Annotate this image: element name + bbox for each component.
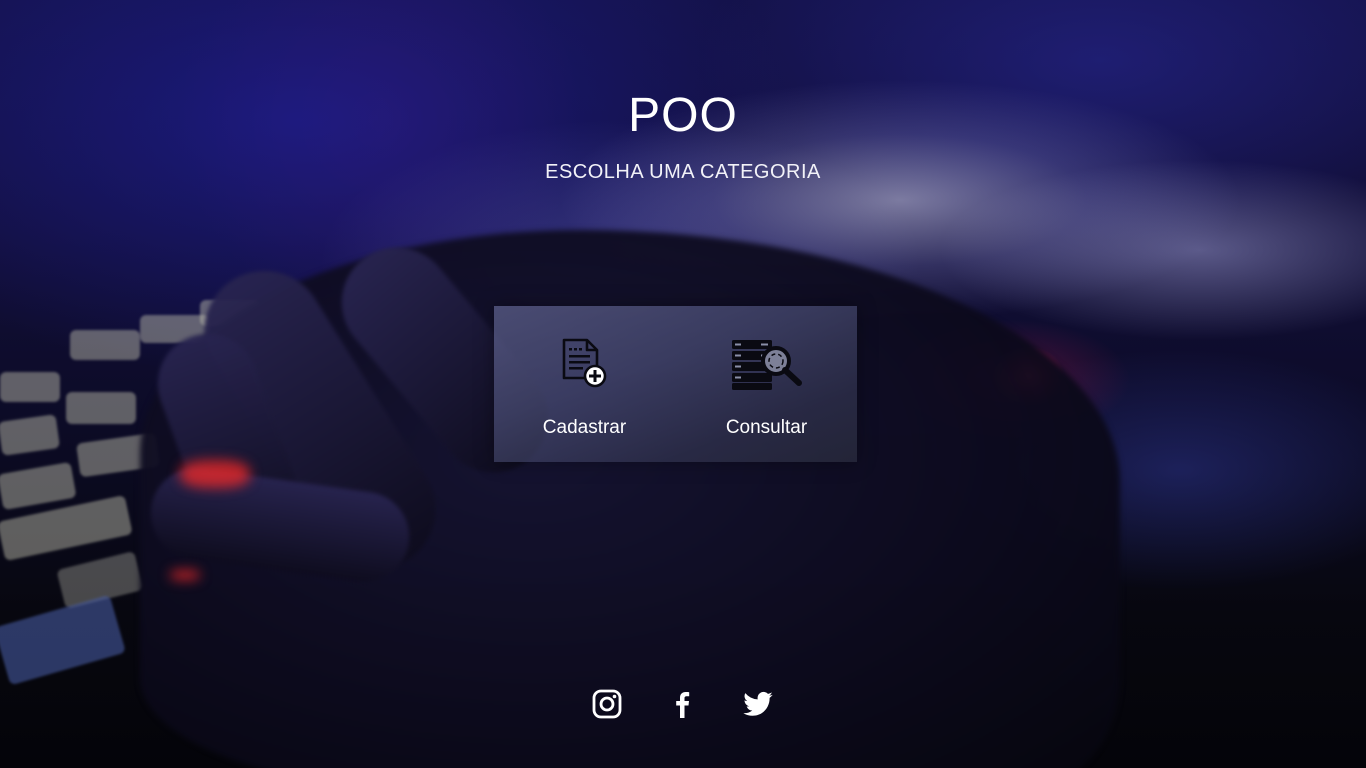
red-light [180,460,250,488]
instagram-link[interactable] [591,688,623,720]
page-title: POO [628,89,738,142]
red-light [170,570,200,580]
facebook-icon [666,692,698,724]
cadastrar-label: Cadastrar [542,417,627,438]
cadastrar-button[interactable]: Cadastrar [494,306,675,462]
page-subtitle: ESCOLHA UMA CATEGORIA [545,161,821,183]
page: POO ESCOLHA UMA CATEGORIA Cadastrar Cons… [0,0,1366,768]
document-add-icon [560,338,610,395]
category-panel: Cadastrar Consultar [494,306,857,462]
instagram-icon [591,689,623,724]
consultar-label: Consultar [725,417,808,438]
twitter-icon [742,691,774,724]
facebook-link[interactable] [666,688,698,720]
consultar-button[interactable]: Consultar [676,306,857,462]
twitter-link[interactable] [742,688,774,720]
database-search-icon [731,339,803,396]
